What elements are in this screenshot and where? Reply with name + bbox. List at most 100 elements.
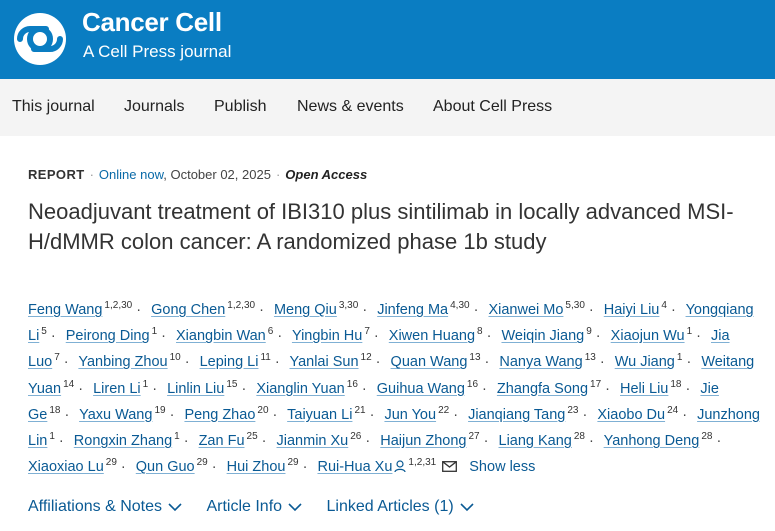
author-name-link[interactable]: Jinfeng Ma [377, 302, 448, 318]
author-name-link[interactable]: Zan Fu [199, 433, 245, 449]
affiliation-superscript[interactable]: 26 [350, 431, 361, 442]
affiliation-superscript[interactable]: 17 [590, 379, 601, 390]
author-name-link[interactable]: Liang Kang [499, 433, 572, 449]
affiliation-superscript[interactable]: 5 [41, 326, 47, 337]
nav-this-journal[interactable]: This journal [12, 98, 95, 116]
author-separator: · [152, 380, 158, 397]
author-name-link[interactable]: Rongxin Zhang [74, 433, 172, 449]
article-info-toggle[interactable]: Article Info [206, 498, 302, 516]
author-name-link[interactable]: Gong Chen [151, 302, 225, 318]
affiliation-superscript[interactable]: 9 [586, 326, 592, 337]
affiliation-superscript[interactable]: 4 [661, 300, 667, 311]
author-name-link[interactable]: Yanlai Sun [289, 354, 358, 370]
author-name-link[interactable]: Hui Zhou [227, 459, 286, 475]
author-name-link[interactable]: Heli Liu [620, 381, 668, 397]
affiliation-superscript[interactable]: 21 [354, 405, 365, 416]
affiliation-superscript[interactable]: 11 [260, 352, 270, 363]
author-name-link[interactable]: Meng Qiu [274, 302, 337, 318]
author-name-link[interactable]: Haiyi Liu [604, 302, 660, 318]
nav-journals[interactable]: Journals [124, 98, 184, 116]
affiliation-superscript[interactable]: 23 [567, 405, 578, 416]
affiliation-superscript[interactable]: 22 [438, 405, 449, 416]
affiliation-superscript[interactable]: 12 [361, 352, 372, 363]
author-name-link[interactable]: Weiqin Jiang [501, 328, 584, 344]
affiliation-superscript[interactable]: 29 [197, 457, 208, 468]
affiliation-superscript[interactable]: 1 [49, 431, 55, 442]
author-name-link[interactable]: Qun Guo [136, 459, 195, 475]
author-name-link[interactable]: Quan Wang [391, 354, 468, 370]
affiliation-superscript[interactable]: 28 [574, 431, 585, 442]
author-name-link[interactable]: Xiaoxiao Lu [28, 459, 104, 475]
affiliation-superscript[interactable]: 1,2,30 [104, 300, 132, 311]
affiliation-superscript[interactable]: 1 [687, 326, 693, 337]
nav-news-events[interactable]: News & events [297, 98, 404, 116]
author-entry: Xianglin Yuan 16 · [256, 379, 372, 397]
affiliation-superscript[interactable]: 25 [247, 431, 258, 442]
affiliation-superscript[interactable]: 29 [287, 457, 298, 468]
affiliation-superscript[interactable]: 16 [347, 379, 358, 390]
online-now-link[interactable]: Online now [99, 167, 163, 182]
author-name-link[interactable]: Guihua Wang [377, 381, 465, 397]
author-name-link[interactable]: Xianwei Mo [488, 302, 563, 318]
affiliation-superscript[interactable]: 1 [143, 379, 149, 390]
mail-icon[interactable] [442, 461, 458, 473]
author-name-link[interactable]: Xianglin Yuan [256, 381, 344, 397]
author-name-link[interactable]: Yaxu Wang [79, 407, 152, 423]
affiliation-superscript[interactable]: 8 [477, 326, 483, 337]
author-name-link[interactable]: Haijun Zhong [380, 433, 466, 449]
affiliation-superscript[interactable]: 18 [49, 405, 60, 416]
affiliation-superscript[interactable]: 29 [106, 457, 117, 468]
affiliation-superscript[interactable]: 13 [585, 352, 596, 363]
brand-title[interactable]: Cancer Cell [82, 7, 222, 38]
nav-publish[interactable]: Publish [214, 98, 266, 116]
affiliation-superscript[interactable]: 19 [154, 405, 165, 416]
author-name-link[interactable]: Xiangbin Wan [176, 328, 266, 344]
author-name-link[interactable]: Yanhong Deng [604, 433, 700, 449]
show-less-button[interactable]: Show less [469, 459, 535, 475]
affiliation-superscript[interactable]: 28 [701, 431, 712, 442]
author-name-link[interactable]: Taiyuan Li [287, 407, 352, 423]
author-name-link[interactable]: Xiaojun Wu [611, 328, 685, 344]
author-name-link[interactable]: Feng Wang [28, 302, 102, 318]
author-name-link[interactable]: Yingbin Hu [292, 328, 362, 344]
affiliation-superscript[interactable]: 3,30 [339, 300, 358, 311]
nav-about-cell-press[interactable]: About Cell Press [433, 98, 552, 116]
affiliation-superscript[interactable]: 24 [667, 405, 678, 416]
affiliation-superscript[interactable]: 10 [170, 352, 181, 363]
author-name-link[interactable]: Jun You [384, 407, 436, 423]
affiliation-superscript[interactable]: 13 [469, 352, 480, 363]
affiliation-superscript[interactable]: 14 [63, 379, 74, 390]
author-name-link[interactable]: Peirong Ding [66, 328, 150, 344]
cell-press-logo-icon[interactable] [12, 12, 68, 66]
affiliation-superscript[interactable]: 16 [467, 379, 478, 390]
linked-articles-toggle[interactable]: Linked Articles (1) [327, 498, 474, 516]
affiliation-superscript[interactable]: 1,2,31 [408, 457, 436, 468]
affiliation-superscript[interactable]: 27 [469, 431, 480, 442]
author-name-link[interactable]: Zhangfa Song [497, 381, 588, 397]
affiliation-superscript[interactable]: 1 [677, 352, 683, 363]
affiliation-superscript[interactable]: 4,30 [450, 300, 469, 311]
author-name-link[interactable]: Rui-Hua Xu [317, 459, 392, 475]
author-name-link[interactable]: Linlin Liu [167, 381, 224, 397]
author-name-link[interactable]: Xiaobo Du [597, 407, 665, 423]
affiliation-superscript[interactable]: 1,2,30 [227, 300, 255, 311]
author-name-link[interactable]: Peng Zhao [184, 407, 255, 423]
author-name-link[interactable]: Jianqiang Tang [468, 407, 565, 423]
affiliations-notes-toggle[interactable]: Affiliations & Notes [28, 498, 182, 516]
affiliation-superscript[interactable]: 6 [268, 326, 274, 337]
author-name-link[interactable]: Wu Jiang [615, 354, 675, 370]
author-name-link[interactable]: Xiwen Huang [389, 328, 475, 344]
affiliation-superscript[interactable]: 7 [54, 352, 60, 363]
affiliation-superscript[interactable]: 18 [670, 379, 681, 390]
author-name-link[interactable]: Yanbing Zhou [78, 354, 167, 370]
author-name-link[interactable]: Liren Li [93, 381, 141, 397]
author-name-link[interactable]: Nanya Wang [499, 354, 582, 370]
affiliation-superscript[interactable]: 5,30 [565, 300, 584, 311]
author-name-link[interactable]: Leping Li [200, 354, 259, 370]
affiliation-superscript[interactable]: 20 [257, 405, 268, 416]
affiliation-superscript[interactable]: 1 [174, 431, 180, 442]
author-name-link[interactable]: Jianmin Xu [277, 433, 349, 449]
affiliation-superscript[interactable]: 1 [152, 326, 158, 337]
affiliation-superscript[interactable]: 7 [364, 326, 370, 337]
affiliation-superscript[interactable]: 15 [226, 379, 237, 390]
